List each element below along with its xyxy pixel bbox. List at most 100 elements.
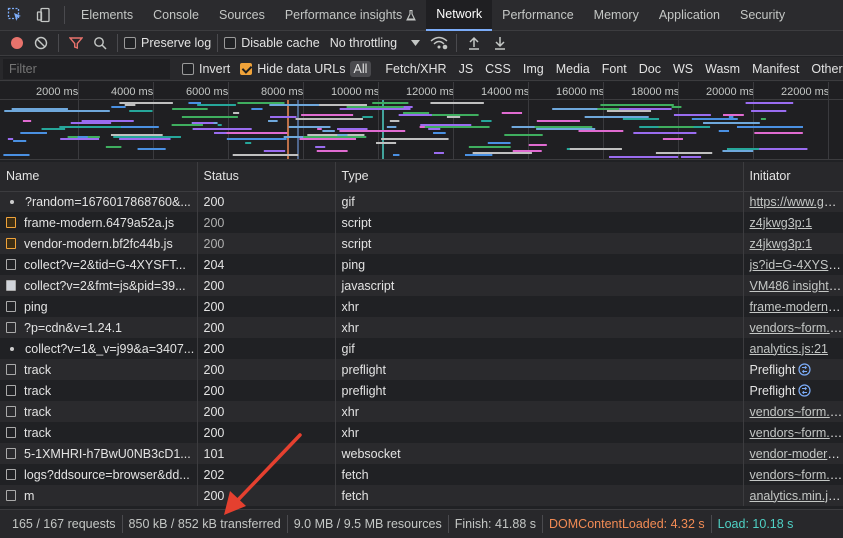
checkbox-box[interactable] — [224, 37, 237, 49]
initiator-link[interactable]: frame-modern.647 — [750, 300, 843, 314]
preflight-link-icon[interactable] — [798, 383, 811, 397]
tab-application[interactable]: Application — [649, 0, 730, 31]
initiator-link[interactable]: vendors~form.22f — [750, 321, 843, 335]
table-row[interactable]: ping 200 xhr frame-modern.647 — [0, 296, 843, 317]
waterfall-bar — [59, 126, 132, 128]
preflight-link-icon[interactable] — [798, 362, 811, 376]
table-row[interactable]: collect?v=2&fmt=js&pid=39... 200 javascrip… — [0, 275, 843, 296]
cell-name[interactable]: ?p=cdn&v=1.24.1 — [0, 317, 198, 338]
table-row[interactable]: track 200 preflight Preflight — [0, 359, 843, 380]
throttling-select[interactable]: No throttling — [330, 36, 421, 50]
column-header-type[interactable]: Type — [335, 162, 744, 192]
checkbox-box-checked[interactable] — [240, 62, 253, 75]
initiator-link[interactable]: vendors~form.22f — [750, 426, 843, 440]
table-row[interactable]: track 200 xhr vendors~form.22f — [0, 401, 843, 422]
table-row[interactable]: track 200 xhr vendors~form.22f — [0, 422, 843, 443]
table-row[interactable]: collect?v=1&_v=j99&a=3407... 200 gif analyt… — [0, 338, 843, 359]
cell-name[interactable]: frame-modern.6479a52a.js — [0, 212, 198, 233]
type-filter-all[interactable]: All — [349, 60, 372, 77]
cell-name[interactable]: 5-1XMHRI-h7BwU0NB3cD1... — [0, 443, 198, 464]
column-header-status[interactable]: Status — [197, 162, 336, 192]
type-filter-css[interactable]: CSS — [479, 62, 517, 76]
hide-data-urls-checkbox[interactable]: Hide data URLs — [240, 62, 346, 76]
type-filter-media[interactable]: Media — [550, 62, 596, 76]
type-filter-js[interactable]: JS — [453, 62, 480, 76]
cell-name[interactable]: track — [0, 380, 198, 401]
initiator-link[interactable]: vendors~form.22f — [750, 405, 843, 419]
table-row[interactable]: ?p=cdn&v=1.24.1 200 xhr vendors~form.22f — [0, 317, 843, 338]
table-row[interactable]: 5-1XMHRI-h7BwU0NB3cD1... 101 websocket vend… — [0, 443, 843, 464]
initiator-link[interactable]: https://www.google.com/?random=167601 — [750, 195, 843, 209]
cell-name[interactable]: m — [0, 485, 198, 506]
tab-elements[interactable]: Elements — [71, 0, 143, 31]
table-row[interactable]: vendor-modern.bf2fc44b.js 200 script z4jkwg… — [0, 233, 843, 254]
waterfall-bar — [137, 148, 166, 150]
type-filter-wasm[interactable]: Wasm — [699, 62, 746, 76]
cell-name[interactable]: collect?v=2&tid=G-4XYSFT... — [0, 254, 198, 275]
clear-icon[interactable] — [30, 36, 52, 50]
type-filter-other[interactable]: Other — [805, 62, 843, 76]
initiator-link[interactable]: z4jkwg3p:1 — [750, 237, 813, 251]
import-har-icon[interactable] — [463, 36, 485, 50]
type-filter-img[interactable]: Img — [517, 62, 550, 76]
cell-name[interactable]: vendor-modern.bf2fc44b.js — [0, 233, 198, 254]
cell-name[interactable]: logs?ddsource=browser&dd... — [0, 464, 198, 485]
type-filter-manifest[interactable]: Manifest — [746, 62, 805, 76]
cell-name[interactable]: track — [0, 359, 198, 380]
checkbox-box[interactable] — [182, 62, 194, 75]
initiator-link[interactable]: analytics.js:21 — [750, 342, 829, 356]
record-button[interactable] — [6, 36, 28, 50]
cell-name[interactable]: track — [0, 401, 198, 422]
filter-input[interactable] — [3, 58, 170, 79]
filter-icon[interactable] — [65, 36, 87, 50]
waterfall-bar — [658, 126, 694, 128]
tab-sources[interactable]: Sources — [209, 0, 275, 31]
tab-console[interactable]: Console — [143, 0, 209, 31]
cell-name[interactable]: collect?v=2&fmt=js&pid=39... — [0, 275, 198, 296]
checkbox-box[interactable] — [124, 37, 136, 49]
cell-name[interactable]: ping — [0, 296, 198, 317]
table-row[interactable]: collect?v=2&tid=G-4XYSFT... 204 ping js?id=… — [0, 254, 843, 275]
tab-performance[interactable]: Performance — [492, 0, 584, 31]
waterfall-bar — [381, 138, 449, 140]
table-row[interactable]: ?random=1676017868760&... 200 gif https://w… — [0, 191, 843, 212]
export-har-icon[interactable] — [489, 36, 511, 50]
filter-bar: Invert Hide data URLs All Fetch/XHR JS C… — [0, 57, 843, 81]
column-header-name[interactable]: Name — [0, 162, 198, 192]
tab-network[interactable]: Network — [426, 0, 493, 31]
type-filter-doc[interactable]: Doc — [633, 62, 667, 76]
type-filter-ws[interactable]: WS — [667, 62, 699, 76]
device-toolbar-icon[interactable] — [30, 0, 58, 31]
cell-name[interactable]: collect?v=1&_v=j99&a=3407... — [0, 338, 198, 359]
waterfall-bar — [119, 102, 173, 104]
disable-cache-checkbox[interactable]: Disable cache — [224, 36, 320, 50]
network-conditions-icon[interactable] — [428, 36, 450, 50]
initiator-link[interactable]: VM486 insight.min — [750, 279, 843, 293]
cell-type: fetch — [335, 464, 744, 485]
initiator-link[interactable]: js?id=G-4XYSFTB — [750, 258, 843, 272]
waterfall-bar — [386, 126, 397, 128]
search-icon[interactable] — [89, 36, 111, 50]
cell-type: websocket — [335, 443, 744, 464]
cell-name[interactable]: ?random=1676017868760&... — [0, 191, 198, 212]
initiator-link[interactable]: vendor-modern.bf — [750, 447, 843, 461]
invert-checkbox[interactable]: Invert — [182, 62, 230, 76]
inspect-element-icon[interactable] — [0, 0, 30, 31]
type-filter-fetch-xhr[interactable]: Fetch/XHR — [379, 62, 452, 76]
cell-name[interactable]: track — [0, 422, 198, 443]
tab-performance-insights[interactable]: Performance insights — [275, 0, 426, 31]
initiator-link[interactable]: analytics.min.js:1 — [750, 489, 843, 503]
tab-memory[interactable]: Memory — [584, 0, 649, 31]
waterfall-bar — [316, 150, 348, 152]
table-row[interactable]: logs?ddsource=browser&dd... 202 fetch vendo… — [0, 464, 843, 485]
type-filter-font[interactable]: Font — [596, 62, 633, 76]
initiator-link[interactable]: z4jkwg3p:1 — [750, 216, 813, 230]
preserve-log-checkbox[interactable]: Preserve log — [124, 36, 211, 50]
table-row[interactable]: track 200 preflight Preflight — [0, 380, 843, 401]
table-row[interactable]: frame-modern.6479a52a.js 200 script z4jkwg3… — [0, 212, 843, 233]
tab-security[interactable]: Security — [730, 0, 795, 31]
initiator-link[interactable]: vendors~form.22f — [750, 468, 843, 482]
column-header-initiator[interactable]: Initiator — [743, 162, 843, 192]
table-row[interactable]: m 200 fetch analytics.min.js:1 — [0, 485, 843, 506]
network-overview-timeline[interactable]: 2000 ms 4000 ms 6000 ms 8000 ms 10000 ms… — [0, 82, 843, 160]
